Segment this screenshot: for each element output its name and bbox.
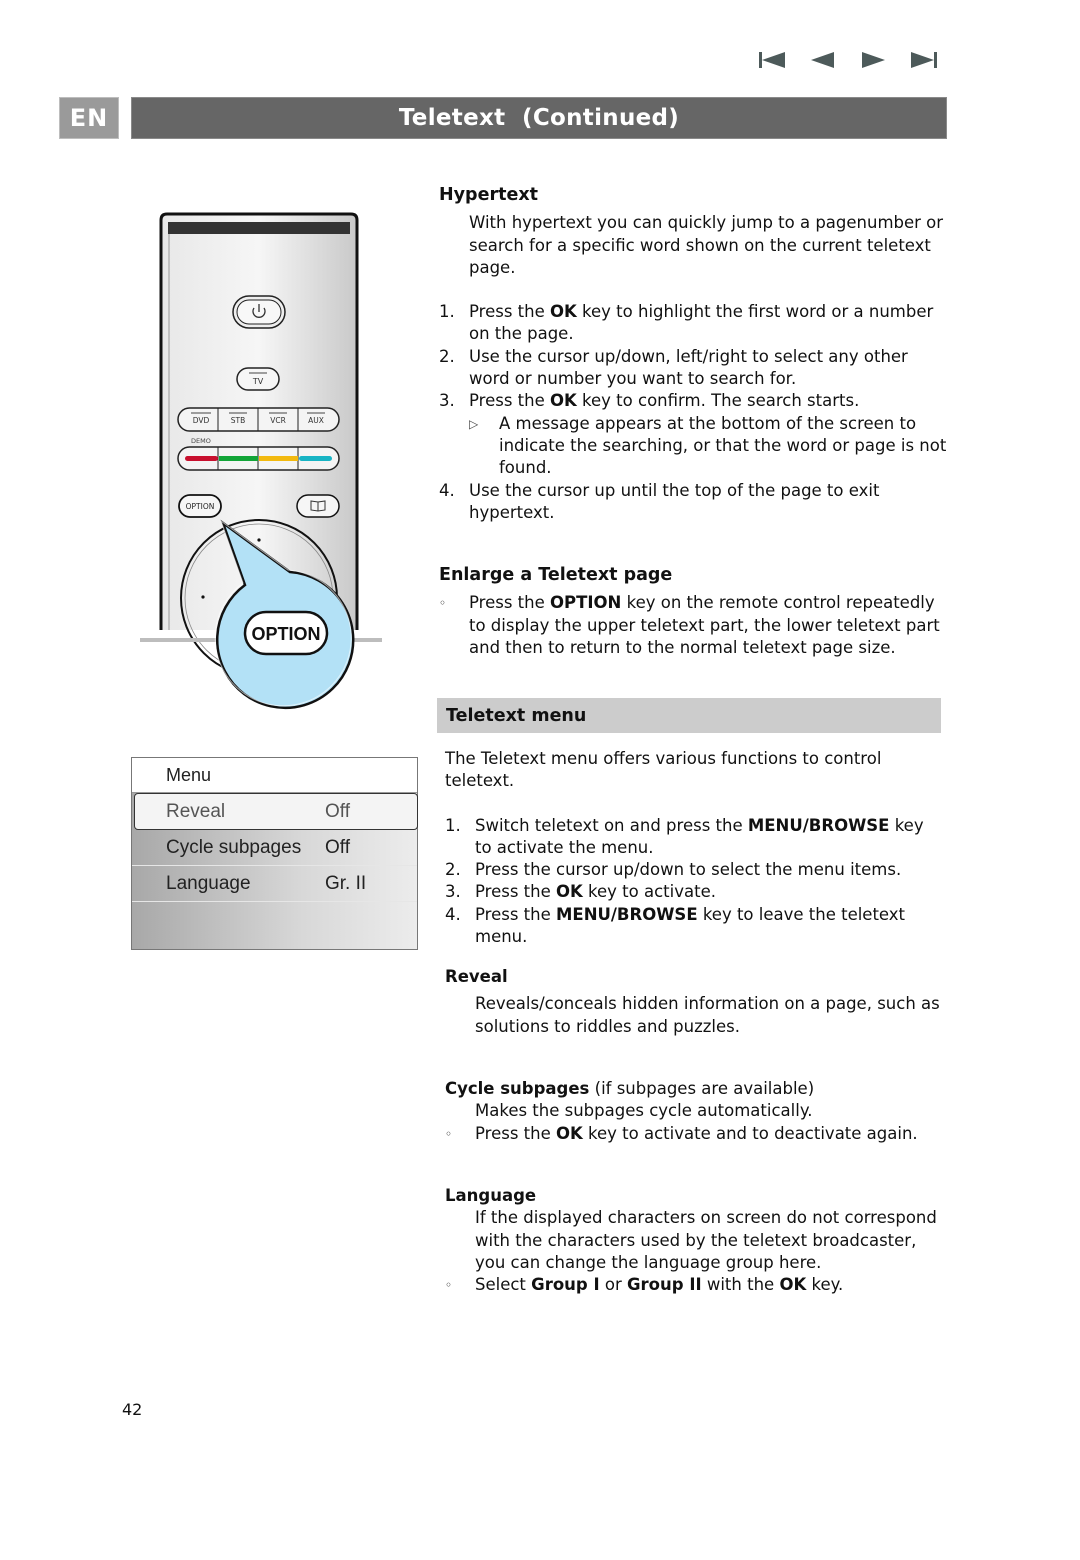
menu-item-cycle-subpages[interactable]: Cycle subpages Off: [132, 830, 417, 866]
menu-title: Menu: [132, 758, 417, 793]
green-key[interactable]: [219, 456, 258, 461]
menu-item-value: Off: [325, 836, 350, 858]
previous-page-button[interactable]: [808, 48, 838, 72]
enlarge-heading: Enlarge a Teletext page: [439, 565, 673, 585]
list-item: ◦ Press the OPTION key on the remote con…: [439, 592, 949, 659]
option-button-small[interactable]: OPTION: [178, 494, 222, 518]
menu-item-language[interactable]: Language Gr. II: [132, 866, 417, 902]
cycle-text: Makes the subpages cycle automatically.: [475, 1101, 813, 1121]
list-item: 1. Press the OK key to highlight the fir…: [439, 302, 934, 344]
triangle-bullet-icon: ▷: [469, 416, 479, 431]
next-page-button[interactable]: [858, 48, 888, 72]
circle-bullet-icon: ◦: [439, 596, 447, 611]
skip-to-first-icon: [759, 52, 785, 68]
menu-item-label: Cycle subpages: [166, 836, 302, 858]
menu-item-value: Off: [325, 800, 350, 822]
option-callout-label: OPTION: [251, 624, 320, 644]
svg-text:VCR: VCR: [270, 416, 286, 425]
color-keys: [177, 446, 340, 471]
menu-item-value: Gr. II: [325, 872, 367, 894]
menu-item-label: Reveal: [166, 800, 226, 822]
page-title: Teletext (Continued): [131, 97, 947, 139]
tv-label: TV: [252, 377, 264, 386]
hypertext-heading: Hypertext: [439, 185, 538, 205]
teletext-menu-intro: The Teletext menu offers various functio…: [445, 749, 882, 791]
reveal-section: Reveal Reveals/conceals hidden informati…: [445, 966, 945, 1038]
guide-button[interactable]: [296, 494, 340, 518]
list-item: 1. Switch teletext on and press the MENU/…: [445, 815, 924, 857]
source-buttons: DVD STB VCR AUX: [177, 407, 340, 432]
red-key[interactable]: [185, 456, 218, 461]
page-navigation: [758, 48, 938, 72]
language-section: Language If the displayed characters on …: [445, 1185, 945, 1296]
list-item: 4. Use the cursor up until the top of the…: [439, 480, 880, 522]
yellow-key[interactable]: [259, 456, 298, 461]
list-item: 3. Press the OK key to confirm. The sear…: [439, 391, 860, 411]
reveal-text: Reveals/conceals hidden information on a…: [475, 994, 940, 1036]
page-number: 42: [122, 1400, 143, 1419]
list-item: ◦ Select Group I or Group II with the OK…: [445, 1274, 945, 1296]
last-page-button[interactable]: [908, 48, 938, 72]
language-text: If the displayed characters on screen do…: [475, 1208, 937, 1272]
language-badge: EN: [59, 97, 119, 139]
hypertext-intro: With hypertext you can quickly jump to a…: [469, 213, 944, 277]
teletext-menu-section: The Teletext menu offers various functio…: [445, 748, 945, 948]
remote-illustration: TV DVD STB VCR AUX DEMO OPTION OPTION: [140, 212, 382, 710]
list-item: 2. Use the cursor up/down, left/right to …: [439, 346, 908, 389]
list-item: 3. Press the OK key to activate.: [445, 882, 716, 902]
svg-text:AUX: AUX: [308, 416, 324, 425]
hypertext-section: Hypertext With hypertext you can quickly…: [439, 184, 949, 524]
previous-icon: [811, 52, 834, 68]
demo-label: DEMO: [191, 437, 211, 445]
reveal-heading: Reveal: [445, 967, 508, 986]
first-page-button[interactable]: [758, 48, 788, 72]
enlarge-section: Enlarge a Teletext page ◦ Press the OPTI…: [439, 564, 949, 659]
tv-button[interactable]: TV: [236, 367, 280, 391]
power-button[interactable]: [232, 295, 286, 329]
list-item: 4. Press the MENU/BROWSE key to leave the…: [445, 904, 906, 947]
menu-item-reveal[interactable]: Reveal Off: [134, 793, 418, 830]
list-item: 2. Press the cursor up/down to select the…: [445, 860, 902, 880]
next-icon: [862, 52, 885, 68]
list-item: ◦ Press the OK key to activate and to de…: [445, 1123, 945, 1145]
svg-text:DVD: DVD: [193, 416, 210, 425]
svg-text:OPTION: OPTION: [186, 502, 215, 511]
result-note: ▷ A message appears at the bottom of the…: [439, 413, 949, 480]
teletext-menu-widget: Menu Reveal Off Cycle subpages Off Langu…: [131, 757, 418, 950]
teletext-menu-heading: Teletext menu: [437, 698, 941, 733]
menu-item-label: Language: [166, 872, 251, 894]
language-heading: Language: [445, 1186, 537, 1205]
circle-bullet-icon: ◦: [445, 1278, 453, 1293]
cycle-heading: Cycle subpages: [445, 1079, 590, 1098]
skip-to-last-icon: [911, 52, 937, 68]
cycle-section: Cycle subpages (if subpages are availabl…: [445, 1078, 945, 1145]
circle-bullet-icon: ◦: [445, 1126, 453, 1141]
svg-text:STB: STB: [231, 416, 246, 425]
blue-key[interactable]: [299, 456, 332, 461]
